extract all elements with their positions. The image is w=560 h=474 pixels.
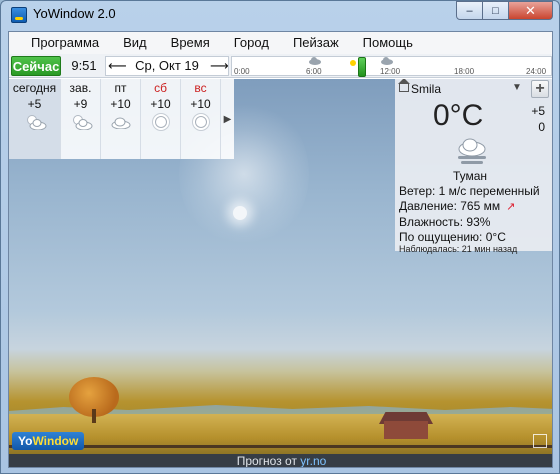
minimize-icon: – <box>466 4 473 17</box>
window-title: YoWindow 2.0 <box>33 6 116 21</box>
fence <box>9 445 552 448</box>
sun-icon <box>149 115 173 131</box>
city-name: Smila <box>411 82 442 96</box>
forecast-source-link[interactable]: yr.no <box>300 454 326 467</box>
app-logo-icon[interactable] <box>11 7 27 23</box>
forecast-day-temp: +9 <box>73 97 88 111</box>
low-temperature: 0 <box>538 120 545 134</box>
fog-icon <box>458 138 486 164</box>
logo-yo: Yo <box>18 434 33 448</box>
status-bar: Прогноз от yr.no <box>9 454 552 468</box>
current-temperature: 0°C <box>433 99 484 132</box>
timeline-tick: 0:00 <box>234 67 250 76</box>
current-time[interactable]: 9:51 <box>65 57 103 75</box>
forecast-day[interactable]: сегодня +5 <box>9 79 61 159</box>
toolbar: Сейчас 9:51 ⟵ Ср, Окт 19 ⟶ 0:00 6:00 12:… <box>9 54 552 78</box>
weather-details: Ветер: 1 м/с переменный Давление: 765 мм… <box>399 184 552 245</box>
minimize-button[interactable]: – <box>456 1 483 20</box>
menu-view[interactable]: Вид <box>111 32 159 54</box>
forecast-source-label: Прогноз от <box>236 454 297 468</box>
feels-like-row: По ощущению: 0°C <box>399 230 506 244</box>
wind-row: Ветер: 1 м/с переменный <box>399 184 540 198</box>
forecast-day-temp: +10 <box>190 97 211 111</box>
cloud-icon <box>109 115 133 131</box>
chevron-down-icon[interactable]: ▼ <box>512 82 522 93</box>
timeline-cloud-icon <box>309 57 321 65</box>
sun-icon <box>233 206 247 220</box>
menu-city[interactable]: Город <box>222 32 281 54</box>
pressure-label: Давление: 765 мм <box>399 199 501 213</box>
home-icon <box>398 79 410 92</box>
timeline-tick: 6:00 <box>306 67 322 76</box>
chevron-right-icon: ▶ <box>223 113 232 125</box>
current-weather-panel: Smila ▼ + 0°C +5 0 Туман Ветер: 1 м/с пе… <box>395 79 552 254</box>
close-icon: ✕ <box>525 2 536 18</box>
date-label[interactable]: Ср, Окт 19 <box>126 57 208 75</box>
cloud-part-icon <box>75 119 92 130</box>
farmhouse <box>384 421 428 439</box>
menu-landscape[interactable]: Пейзаж <box>281 32 351 54</box>
logo-window: Window <box>32 434 79 448</box>
close-button[interactable]: ✕ <box>509 1 553 20</box>
menu-time[interactable]: Время <box>159 32 222 54</box>
now-button[interactable]: Сейчас <box>11 56 61 76</box>
humidity-row: Влажность: 93% <box>399 215 491 229</box>
window-controls: – □ ✕ <box>456 1 553 20</box>
forecast-day[interactable]: сб +10 <box>141 79 181 159</box>
menu-bar: Программа Вид Время Город Пейзаж Помощь <box>9 32 552 54</box>
menu-program[interactable]: Программа <box>9 32 111 54</box>
forecast-day-temp: +5 <box>27 97 42 111</box>
forecast-day[interactable]: зав. +9 <box>61 79 101 159</box>
sun-shape-icon <box>194 116 207 128</box>
tree-trunk <box>92 409 96 423</box>
forecast-day-name: вс <box>194 81 207 95</box>
weather-landscape[interactable]: сегодня +5 зав. +9 пт +10 сб +10 вс +10 … <box>9 79 552 454</box>
observation-time: Наблюдалась: 21 мин назад <box>399 244 518 254</box>
partly-cloudy-icon <box>23 115 47 131</box>
high-temperature: +5 <box>531 104 545 118</box>
app-window: YoWindow 2.0 – □ ✕ Программа Вид Время Г… <box>0 0 560 474</box>
title-bar[interactable]: YoWindow 2.0 – □ ✕ <box>1 1 559 29</box>
forecast-day-name: сегодня <box>12 81 57 95</box>
menu-help[interactable]: Помощь <box>351 32 425 54</box>
sun-icon <box>189 115 213 131</box>
timeline-tick: 12:00 <box>380 67 401 76</box>
forecast-day-name: сб <box>154 81 167 95</box>
client-area: Программа Вид Время Город Пейзаж Помощь … <box>8 31 553 468</box>
cloud-shape-icon <box>111 117 130 129</box>
forecast-day-temp: +10 <box>110 97 131 111</box>
previous-day-button[interactable]: ⟵ <box>108 57 127 75</box>
add-city-button[interactable]: + <box>531 80 549 98</box>
partly-cloudy-icon <box>69 115 93 131</box>
condition-label: Туман <box>452 169 488 183</box>
forecast-day-temp: +10 <box>150 97 171 111</box>
maximize-button[interactable]: □ <box>483 1 509 20</box>
forecast-day-name: зав. <box>69 81 92 95</box>
timeline-sun-icon <box>350 60 356 66</box>
timeline-tick: 18:00 <box>454 67 475 76</box>
maximize-icon: □ <box>492 4 499 17</box>
timeline-cloud-icon <box>381 57 393 65</box>
date-selector: ⟵ Ср, Окт 19 ⟶ <box>105 56 229 76</box>
city-selector[interactable]: Smila ▼ + <box>395 79 552 99</box>
timeline-tick: 24:00 <box>526 67 547 76</box>
forecast-day[interactable]: пт +10 <box>101 79 141 159</box>
yowindow-logo[interactable]: YoWindow <box>12 432 85 450</box>
sun-shape-icon <box>154 116 167 128</box>
forecast-day-name: пт <box>114 81 127 95</box>
next-day-button[interactable]: ⟶ <box>210 57 229 75</box>
forecast-strip: сегодня +5 зав. +9 пт +10 сб +10 вс +10 … <box>9 79 234 159</box>
temperature-range: +5 0 <box>531 103 545 135</box>
autumn-field <box>9 414 552 454</box>
forecast-next-button[interactable]: ▶ <box>221 79 234 159</box>
time-slider[interactable]: 0:00 6:00 12:00 18:00 24:00 <box>231 56 552 77</box>
forecast-day[interactable]: вс +10 <box>181 79 221 159</box>
time-slider-handle[interactable] <box>358 57 366 77</box>
pressure-row: Давление: 765 мм ↗ <box>399 199 552 215</box>
pressure-rising-icon: ↗ <box>506 201 516 213</box>
fullscreen-icon[interactable] <box>533 434 547 448</box>
cloud-part-icon <box>29 119 46 130</box>
